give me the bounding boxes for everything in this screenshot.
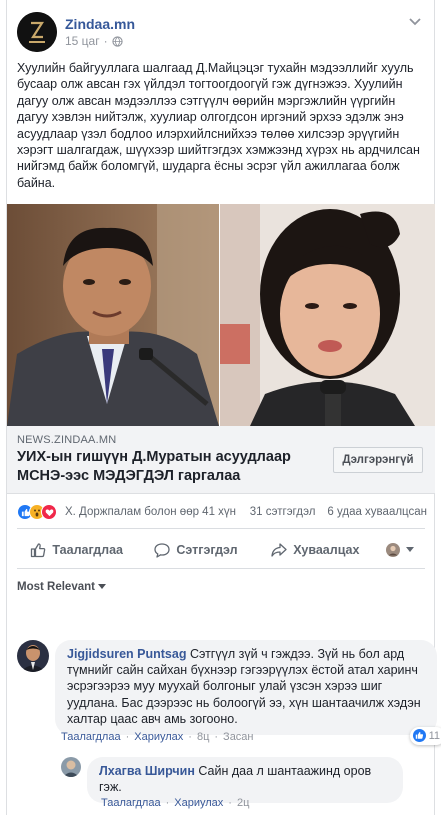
caret-down-icon bbox=[97, 584, 106, 589]
commenter-avatar[interactable] bbox=[17, 640, 49, 672]
comment-filter-dropdown[interactable]: Most Relevant bbox=[17, 581, 106, 593]
comment-time[interactable]: 8ц bbox=[197, 731, 209, 743]
comment-filter-label: Most Relevant bbox=[17, 581, 95, 593]
reply-like-link[interactable]: Таалагдлаа bbox=[101, 797, 161, 809]
reaction-picker-button[interactable] bbox=[375, 543, 425, 557]
share-button[interactable]: Хуваалцах bbox=[256, 542, 375, 558]
post-actions: Таалагдлаа Сэтгэгдэл Хуваалцах bbox=[17, 536, 425, 564]
meta-dot: · bbox=[103, 34, 108, 48]
like-label: Таалагдлаа bbox=[52, 543, 123, 557]
comment-actions: Таалагдлаа · Хариулах · 8ц · Засан bbox=[61, 731, 254, 743]
post-stats: Х. Доржпалам болон өөр 41 хүн 31 сэтгэгд… bbox=[17, 503, 427, 521]
post-text: Хуулийн байгууллага шалгаад Д.Майцэцэг т… bbox=[17, 61, 420, 190]
comment-edited[interactable]: Засан bbox=[223, 731, 253, 743]
post-header: Zindaa.mn 15 цаг · bbox=[17, 12, 135, 52]
divider bbox=[17, 528, 425, 529]
link-domain: NEWS.ZINDAA.MN bbox=[17, 434, 117, 446]
comment-label: Сэтгэгдэл bbox=[176, 543, 238, 557]
reply-actions: Таалагдлаа · Хариулах · 2ц bbox=[101, 797, 250, 809]
comment: Jigjidsuren Puntsag Сэтгүүл зүй ч гэждээ… bbox=[17, 640, 441, 746]
post-card: Zindaa.mn 15 цаг · Хуулийн байгууллага ш… bbox=[6, 0, 441, 815]
link-preview[interactable]: NEWS.ZINDAA.MN УИХ-ын гишүүн Д.Муратын а… bbox=[7, 426, 435, 494]
comment-like-link[interactable]: Таалагдлаа bbox=[61, 731, 121, 743]
share-label: Хуваалцах bbox=[293, 543, 360, 557]
comment-button[interactable]: Сэтгэгдэл bbox=[136, 542, 255, 558]
link-preview-image[interactable] bbox=[7, 204, 435, 426]
photo-man bbox=[7, 204, 219, 426]
link-title[interactable]: УИХ-ын гишүүн Д.Муратын асуудлаар МСНЭ-э… bbox=[17, 448, 307, 486]
like-badge-icon bbox=[412, 729, 426, 743]
comment-reply-link[interactable]: Хариулах bbox=[134, 731, 183, 743]
comments-count[interactable]: 31 сэтгэгдэл bbox=[250, 506, 316, 518]
post-meta: 15 цаг · bbox=[65, 33, 135, 49]
share-icon bbox=[271, 543, 287, 557]
replier-name[interactable]: Лхагва Ширчин bbox=[99, 764, 195, 778]
comment-icon bbox=[154, 543, 171, 558]
reaction-icons[interactable] bbox=[17, 504, 57, 520]
replier-avatar[interactable] bbox=[61, 757, 81, 777]
reply-reply-link[interactable]: Хариулах bbox=[174, 797, 223, 809]
shares-count[interactable]: 6 удаа хуваалцсан bbox=[327, 506, 427, 518]
more-button[interactable]: Дэлгэрэнгүй bbox=[333, 447, 423, 473]
globe-icon bbox=[111, 35, 123, 47]
caret-down-icon bbox=[405, 547, 414, 552]
zindaa-logo-icon bbox=[17, 12, 57, 52]
page-avatar[interactable] bbox=[17, 12, 57, 52]
comment-like-count[interactable]: 11 bbox=[409, 726, 441, 746]
divider bbox=[17, 568, 425, 569]
reactions-text[interactable]: Х. Доржпалам болон өөр 41 хүн bbox=[65, 506, 236, 518]
user-avatar-icon bbox=[385, 543, 400, 557]
post-time[interactable]: 15 цаг bbox=[65, 33, 100, 49]
page-name[interactable]: Zindaa.mn bbox=[65, 15, 135, 33]
chevron-down-icon[interactable] bbox=[408, 16, 422, 26]
commenter-name[interactable]: Jigjidsuren Puntsag bbox=[67, 647, 186, 661]
like-button[interactable]: Таалагдлаа bbox=[17, 542, 136, 558]
reply-time[interactable]: 2ц bbox=[237, 797, 249, 809]
comment-bubble: Jigjidsuren Puntsag Сэтгүүл зүй ч гэждээ… bbox=[55, 640, 441, 746]
love-reaction-icon bbox=[41, 504, 57, 520]
photo-woman bbox=[220, 204, 435, 426]
thumbs-up-icon bbox=[31, 543, 46, 558]
